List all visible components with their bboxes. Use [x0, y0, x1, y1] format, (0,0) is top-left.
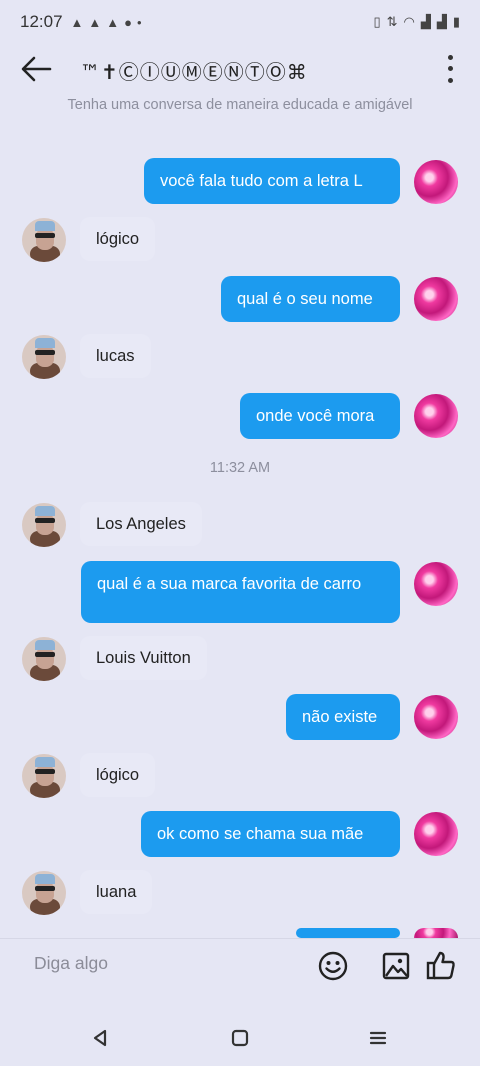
vibrate-icon: ▯ [373, 14, 381, 29]
message-incoming: luana [80, 870, 153, 914]
message-outgoing: ok como se chama sua mãe [141, 811, 400, 857]
message-incoming: lógico [80, 753, 156, 797]
message-input-bar: Diga algo [0, 938, 480, 994]
user-avatar[interactable] [414, 812, 458, 856]
snapchat-icon: ▲ [88, 14, 102, 30]
message-outgoing: você fala tudo com a letra L [144, 158, 400, 204]
message-timestamp: 11:32 AM [209, 460, 271, 476]
nav-back-icon[interactable] [88, 1026, 112, 1050]
status-dot: • [137, 14, 142, 30]
nav-recents-icon[interactable] [366, 1026, 390, 1050]
more-vertical-icon[interactable] [444, 52, 456, 86]
bot-avatar[interactable] [22, 871, 66, 915]
user-avatar[interactable] [414, 160, 458, 204]
message-outgoing: qual é a sua marca favorita de carro [81, 561, 400, 623]
bot-avatar[interactable] [22, 754, 66, 798]
message-outgoing: onde você mora [240, 393, 400, 439]
status-left: 12:07 ▲ ▲ ▲ ● • [20, 12, 142, 32]
system-nav-bar [0, 1010, 480, 1066]
message-outgoing: não existe [286, 694, 400, 740]
user-avatar[interactable] [414, 277, 458, 321]
thumbs-up-icon[interactable] [424, 949, 458, 983]
signal-icon: ▟ [420, 14, 431, 29]
user-avatar[interactable] [414, 562, 458, 606]
chat-notice: Tenha uma conversa de maneira educada e … [67, 97, 413, 113]
signal-icon: ▟ [436, 14, 447, 29]
chat-icon: ● [124, 14, 133, 30]
notification-icons: ▲ ▲ ▲ ● • [71, 15, 142, 30]
chat-title: ™✝ⒸⒾⓊⓂⒺⓃⓉⓄ⌘ [80, 60, 308, 84]
message-incoming: lógico [80, 217, 156, 261]
nav-home-icon[interactable] [228, 1026, 252, 1050]
message-outgoing-partial [296, 928, 400, 938]
image-icon[interactable] [379, 949, 413, 983]
user-avatar[interactable] [414, 928, 458, 938]
message-incoming: Los Angeles [80, 502, 202, 546]
chat-header: ™✝ⒸⒾⓊⓂⒺⓃⓉⓄ⌘ [0, 44, 480, 94]
back-arrow-icon[interactable] [18, 52, 54, 86]
message-outgoing: qual é o seu nome [221, 276, 400, 322]
emoji-icon[interactable] [316, 949, 350, 983]
bot-avatar[interactable] [22, 218, 66, 262]
user-avatar[interactable] [414, 394, 458, 438]
bot-avatar[interactable] [22, 335, 66, 379]
user-avatar[interactable] [414, 695, 458, 739]
status-bar: 12:07 ▲ ▲ ▲ ● • ▯ ⇅ ◠ ▟ ▟ ▮ [0, 0, 480, 44]
message-incoming: Louis Vuitton [80, 636, 207, 680]
message-input[interactable]: Diga algo [34, 953, 108, 974]
message-incoming: lucas [80, 334, 151, 378]
bot-avatar[interactable] [22, 637, 66, 681]
system-status-icons: ▯ ⇅ ◠ ▟ ▟ ▮ [373, 14, 460, 30]
bot-avatar[interactable] [22, 503, 66, 547]
data-icon: ⇅ [386, 14, 398, 29]
battery-icon: ▮ [452, 14, 460, 29]
snapchat-icon: ▲ [106, 14, 120, 30]
status-time: 12:07 [20, 12, 63, 31]
wifi-icon: ◠ [403, 14, 415, 29]
snapchat-icon: ▲ [70, 14, 84, 30]
